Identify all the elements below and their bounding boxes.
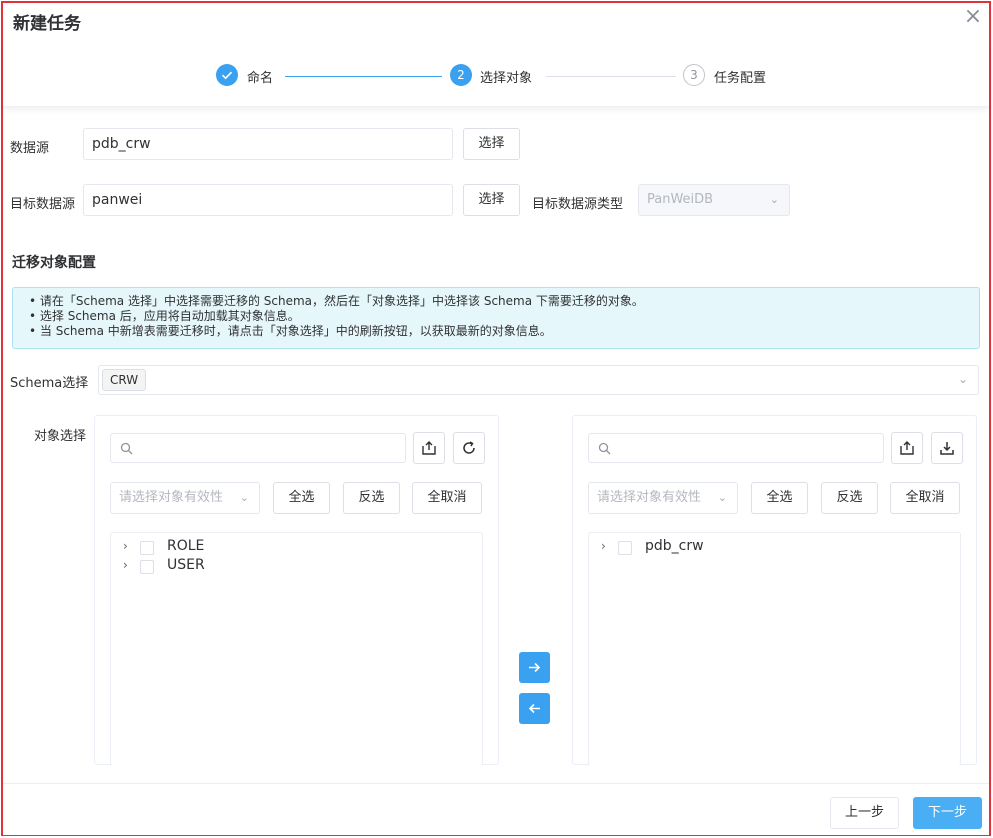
arrow-left-icon xyxy=(528,703,540,714)
dialog-footer: 上一步 下一步 xyxy=(3,783,989,835)
schema-label: Schema选择 xyxy=(10,376,89,391)
search-icon xyxy=(598,442,611,455)
tree-node[interactable]: › pdb_crw xyxy=(589,538,960,557)
right-validity-filter[interactable]: 请选择对象有效性 ⌄ xyxy=(588,482,738,514)
right-export-button[interactable] xyxy=(891,432,923,464)
right-deselect-all-button[interactable]: 全取消 xyxy=(890,482,960,514)
left-validity-filter[interactable]: 请选择对象有效性 ⌄ xyxy=(110,482,260,514)
right-select-all-button[interactable]: 全选 xyxy=(751,482,808,514)
step-3-label: 任务配置 xyxy=(714,71,767,86)
right-object-panel: 请选择对象有效性 ⌄ 全选 反选 全取消 › pdb_crw xyxy=(572,415,977,766)
step-connector-1 xyxy=(285,76,442,77)
step-3-number: 3 xyxy=(683,64,705,86)
schema-tag[interactable]: CRW xyxy=(102,369,147,391)
left-select-all-button[interactable]: 全选 xyxy=(273,482,330,514)
tree-node[interactable]: › ROLE xyxy=(111,538,482,557)
chevron-down-icon: ⌄ xyxy=(957,372,968,386)
left-object-panel: 请选择对象有效性 ⌄ 全选 反选 全取消 › ROLE › USER xyxy=(94,415,499,766)
tree-node-label: pdb_crw xyxy=(645,538,704,554)
right-object-tree: › pdb_crw xyxy=(588,532,961,766)
step-connector-2 xyxy=(546,76,676,77)
export-icon xyxy=(422,441,436,455)
right-filter-placeholder: 请选择对象有效性 xyxy=(597,490,702,505)
chevron-down-icon: ⌄ xyxy=(769,193,779,206)
step-2-number: 2 xyxy=(450,64,472,86)
move-left-button[interactable] xyxy=(519,693,550,724)
download-icon xyxy=(940,442,954,455)
chevron-down-icon: ⌄ xyxy=(239,491,249,504)
target-type-label: 目标数据源类型 xyxy=(532,197,624,212)
target-type-select: PanWeiDB ⌄ xyxy=(638,184,790,216)
objects-label: 对象选择 xyxy=(34,429,87,444)
tree-checkbox[interactable] xyxy=(618,541,632,555)
info-notice: • 请在「Schema 选择」中选择需要迁移的 Schema，然后在「对象选择」… xyxy=(12,287,980,349)
left-deselect-all-button[interactable]: 全取消 xyxy=(412,482,482,514)
chevron-right-icon[interactable]: › xyxy=(123,558,128,572)
left-refresh-button[interactable] xyxy=(453,432,485,464)
target-select-button[interactable]: 选择 xyxy=(463,184,520,216)
target-input[interactable]: panwei xyxy=(83,184,453,216)
left-object-tree: › ROLE › USER xyxy=(110,532,483,766)
left-export-button[interactable] xyxy=(413,432,445,464)
schema-select[interactable]: CRW ⌄ xyxy=(98,365,979,395)
source-select-button[interactable]: 选择 xyxy=(463,128,520,160)
chevron-down-icon: ⌄ xyxy=(717,491,727,504)
next-step-button[interactable]: 下一步 xyxy=(913,797,982,829)
section-title: 迁移对象配置 xyxy=(12,255,96,271)
chevron-right-icon[interactable]: › xyxy=(123,539,128,553)
notice-line: • 选择 Schema 后，应用将自动加载其对象信息。 xyxy=(29,309,300,323)
source-input[interactable]: pdb_crw xyxy=(83,128,453,160)
right-search-input[interactable] xyxy=(588,433,884,463)
tree-node-label: ROLE xyxy=(167,538,205,554)
steps-bar: 命名 2 选择对象 3 任务配置 xyxy=(3,45,989,107)
new-task-dialog: 新建任务 × 命名 2 选择对象 3 任务配置 数据源 pdb_crw 选择 目… xyxy=(1,1,991,836)
refresh-icon xyxy=(463,441,475,454)
notice-line: • 当 Schema 中新增表需要迁移时，请点击「对象选择」中的刷新按钮，以获取… xyxy=(29,324,552,338)
step-1-check-icon xyxy=(216,64,238,86)
close-icon[interactable]: × xyxy=(963,5,983,29)
target-type-value: PanWeiDB xyxy=(647,192,714,207)
export-icon xyxy=(900,441,914,455)
tree-node[interactable]: › USER xyxy=(111,557,482,576)
arrow-right-icon xyxy=(529,662,541,673)
move-right-button[interactable] xyxy=(519,652,550,683)
dialog-title: 新建任务 xyxy=(13,14,81,34)
left-invert-button[interactable]: 反选 xyxy=(343,482,400,514)
tree-checkbox[interactable] xyxy=(140,560,154,574)
step-1-label: 命名 xyxy=(247,71,274,86)
notice-line: • 请在「Schema 选择」中选择需要迁移的 Schema，然后在「对象选择」… xyxy=(29,294,644,308)
right-invert-button[interactable]: 反选 xyxy=(821,482,878,514)
tree-node-label: USER xyxy=(167,557,205,573)
left-filter-placeholder: 请选择对象有效性 xyxy=(119,490,224,505)
target-label: 目标数据源 xyxy=(10,197,76,212)
right-download-button[interactable] xyxy=(931,432,963,464)
source-label: 数据源 xyxy=(10,141,50,156)
search-icon xyxy=(120,442,133,455)
prev-step-button[interactable]: 上一步 xyxy=(830,797,899,829)
step-2-label: 选择对象 xyxy=(480,71,533,86)
chevron-right-icon[interactable]: › xyxy=(601,539,606,553)
tree-checkbox[interactable] xyxy=(140,541,154,555)
left-search-input[interactable] xyxy=(110,433,406,463)
